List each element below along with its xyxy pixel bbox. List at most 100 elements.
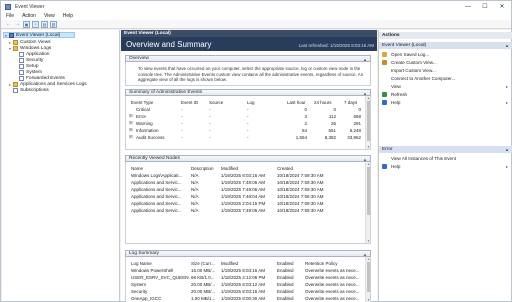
action-icon-placeholder xyxy=(382,76,387,81)
overview-section-header[interactable]: Overview ▲ xyxy=(125,55,371,62)
summary-scrollbar[interactable]: ▲ ▼ xyxy=(365,96,370,149)
summary-section: Summary of Administrative Events ▲ Event… xyxy=(125,89,371,150)
collapse-group-icon[interactable]: ▲ xyxy=(505,43,509,48)
last-hour-cell: 3 xyxy=(304,113,307,119)
action-view[interactable]: View ▸ xyxy=(382,83,510,89)
summary-row[interactable]: ⊞ Audit Success - - - 1,554 8,382 33,962 xyxy=(129,134,365,140)
action-connect-to-another-computer[interactable]: Connect to Another Computer... xyxy=(382,75,510,81)
last-hour-cell: 84 xyxy=(301,127,307,133)
col-enabled[interactable]: Enabled xyxy=(277,261,294,266)
col-created[interactable]: Created xyxy=(277,166,293,171)
log-summary-section-header[interactable]: Log Summary ▲ xyxy=(125,250,371,257)
col-name[interactable]: Name xyxy=(131,166,143,171)
tree-node-subscriptions[interactable]: Subscriptions xyxy=(8,87,49,93)
col-modified[interactable]: Modified xyxy=(221,261,238,266)
actions-group-error[interactable]: Error ▲ xyxy=(379,146,512,153)
recent-nodes-section: Recently Viewed Nodes ▲ Name Description… xyxy=(125,155,371,244)
summary-row[interactable]: ⊞ Information - - - 84 651 6,248 xyxy=(129,127,365,133)
retention-policy-cell: Overwrite events as nece... xyxy=(305,288,360,294)
size-cell: 68 KB/1.0... xyxy=(191,274,215,280)
action-view-all-instances-of-this-event[interactable]: View All Instances of This Event xyxy=(382,155,510,161)
submenu-arrow-icon: ▸ xyxy=(505,99,508,105)
folder-icon xyxy=(13,39,18,45)
summary-row[interactable]: Critical - - - 0 0 0 xyxy=(129,106,365,112)
log-summary-scrollbar[interactable]: ▲ ▼ xyxy=(365,257,370,302)
col-size[interactable]: Size (Curr... xyxy=(191,261,215,266)
last-refreshed: Last refreshed: 1/19/2025 8:03:16 AM xyxy=(298,43,374,48)
collapse-group-icon[interactable]: ▲ xyxy=(505,147,509,152)
tree-node-event-viewer-local[interactable]: ▾ Event Viewer (Local) xyxy=(3,32,75,38)
enabled-cell: Enabled xyxy=(277,274,294,280)
recent-nodes-section-header[interactable]: Recently Viewed Nodes ▲ xyxy=(125,155,371,162)
recent-nodes-scrollbar[interactable]: ▲ ▼ xyxy=(365,162,370,243)
action-icon-placeholder xyxy=(382,156,387,161)
menu-file[interactable]: File xyxy=(6,13,14,19)
overview-text: To view events that have occurred on you… xyxy=(138,66,364,83)
source-cell: - xyxy=(209,127,211,133)
col-description[interactable]: Description xyxy=(191,166,214,171)
minimize-button[interactable]: — xyxy=(460,1,476,12)
properties-icon[interactable]: ▤ xyxy=(41,20,48,28)
show-hide-tree-icon[interactable]: ▥ xyxy=(50,20,57,28)
log-summary-row[interactable]: System 20.00 MB/... 1/19/2025 8:03:12 AM En… xyxy=(129,281,365,287)
action-create-custom-view[interactable]: Create Custom View... xyxy=(382,59,510,65)
action-import-custom-view[interactable]: Import Custom View... xyxy=(382,67,510,73)
menu-view[interactable]: View xyxy=(44,13,55,19)
summary-row[interactable]: ⊞ Error - - - 3 112 658 xyxy=(129,113,365,119)
log-summary-row[interactable]: Windows PowerShell 15.00 MB/... 1/19/2025 … xyxy=(129,267,365,273)
col-7-days[interactable]: 7 days xyxy=(344,100,357,105)
actions-group-event-viewer-local[interactable]: Event Viewer (Local) ▲ xyxy=(379,42,512,49)
close-button[interactable]: ✕ xyxy=(494,1,510,12)
action-help[interactable]: Help ▸ xyxy=(382,163,510,169)
recent-node-row[interactable]: Applications and Servic... N/A 1/19/2025 7… xyxy=(129,186,365,192)
col-log-name[interactable]: Log Name xyxy=(131,261,152,266)
col-event-type[interactable]: Event Type xyxy=(131,100,153,105)
expand-icon[interactable]: ▸ xyxy=(8,82,12,87)
collapse-icon[interactable]: ▾ xyxy=(4,33,8,38)
recent-node-row[interactable]: Applications and Servic... N/A 1/19/2025 7… xyxy=(129,179,365,185)
collapse-icon[interactable]: ▾ xyxy=(8,46,12,51)
recent-node-row[interactable]: Applications and Servic... N/A 1/19/2025 7… xyxy=(129,193,365,199)
back-icon[interactable]: ← xyxy=(5,21,12,28)
summary-row[interactable]: ⊞ Warning - - - 2 26 291 xyxy=(129,120,365,126)
log-name-cell: USER_ESRV_SVC_QUEENC... xyxy=(131,274,189,280)
col-24-hours[interactable]: 24 hours xyxy=(314,100,332,105)
source-cell: - xyxy=(209,106,211,112)
col-log[interactable]: Log xyxy=(247,100,255,105)
overview-section: Overview ▲ To view events that have occu… xyxy=(125,55,371,86)
expand-icon[interactable]: ▸ xyxy=(8,40,12,45)
twenty-four-hours-cell: 26 xyxy=(330,120,336,126)
seven-days-cell: 291 xyxy=(353,120,361,126)
action-open-saved-log[interactable]: Open Saved Log... xyxy=(382,51,510,57)
help-icon xyxy=(382,163,387,169)
action-label: View All Instances of This Event xyxy=(391,155,456,161)
log-summary-row[interactable]: Security 20.00 MB/... 1/19/2025 8:03:16 AM… xyxy=(129,288,365,294)
action-help[interactable]: Help ▸ xyxy=(382,99,510,105)
recent-node-row[interactable]: Applications and Servic... N/A 1/19/2025 2… xyxy=(129,200,365,206)
menu-action[interactable]: Action xyxy=(22,13,36,19)
log-summary-row[interactable]: USER_ESRV_SVC_QUEENC...68 KB/1.0... 1/18/… xyxy=(129,274,365,280)
forward-icon[interactable]: → xyxy=(14,21,21,28)
col-event-id[interactable]: Event ID xyxy=(181,100,198,105)
maximize-button[interactable]: ☐ xyxy=(477,1,493,12)
col-source[interactable]: Source xyxy=(209,100,223,105)
modified-cell: 1/19/2025 8:03:12 AM xyxy=(221,281,266,287)
up-icon[interactable]: ▣ xyxy=(23,20,30,28)
twenty-four-hours-cell: 112 xyxy=(328,113,336,119)
help-icon[interactable]: ? xyxy=(32,20,39,28)
event-id-cell: - xyxy=(181,113,183,119)
col-modified[interactable]: Modified xyxy=(221,166,238,171)
recent-node-row[interactable]: Applications and Servic... N/A 1/19/2025 7… xyxy=(129,207,365,213)
col-retention-policy[interactable]: Retention Policy xyxy=(305,261,338,266)
filter-icon xyxy=(382,59,387,65)
log-name-cell: Security xyxy=(131,288,148,294)
event-viewer-app-icon xyxy=(5,3,11,10)
summary-section-header[interactable]: Summary of Administrative Events ▲ xyxy=(125,89,371,96)
action-refresh[interactable]: Refresh xyxy=(382,91,510,97)
menu-help[interactable]: Help xyxy=(63,13,73,19)
log-summary-row[interactable]: OneApp_IGCC 1.00 MB/1... 1/19/2025 8:00:30… xyxy=(129,295,365,301)
created-cell: 10/18/2024 7:59:30 AM xyxy=(277,172,324,178)
col-last-hour[interactable]: Last hour xyxy=(287,100,306,105)
recent-node-row[interactable]: Windows Logs\Applicati... N/A 1/19/2025 8:… xyxy=(129,172,365,178)
event-id-cell: - xyxy=(181,127,183,133)
